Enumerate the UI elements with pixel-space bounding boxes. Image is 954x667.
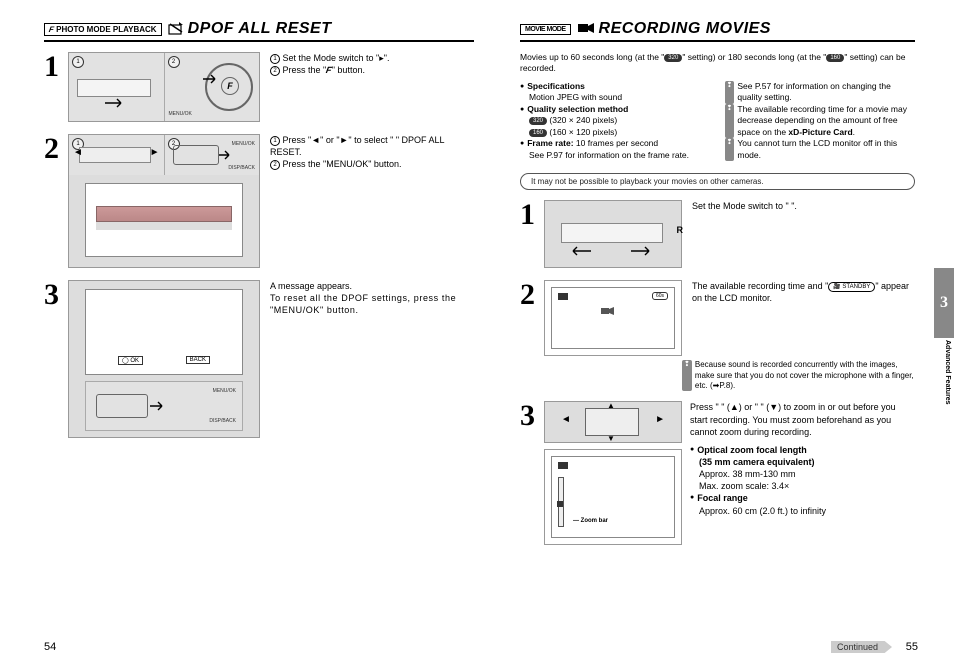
step-number: 3 [44,280,64,438]
illustration-r1: R [544,200,682,268]
left-step-3: 3 ◯ OK BACK MENU/OK DISP/BACK A message … [44,280,474,438]
step-number: 1 [44,52,64,122]
specifications-block: Specifications Motion JPEG with sound Qu… [520,81,915,161]
step-number: 2 [520,280,540,356]
right-header: MOVIE MODE RECORDING MOVIES [520,18,915,42]
movie-icon [577,21,595,38]
step2-description: 1 Press "◄" or "►" to select " " DPOF AL… [270,134,474,268]
page-number-right: 55 [906,641,918,653]
mode-badge-right: MOVIE MODE [520,24,571,35]
left-step-1: 1 1 2 F MENU/OK 1 Set the Mode swit [44,52,474,122]
illustration-r2: 60s [544,280,682,356]
right-title: RECORDING MOVIES [599,20,771,38]
section-label: Advanced Features [944,340,951,405]
step-number: 1 [520,200,540,268]
mode-badge-left: F PHOTO MODE PLAYBACK [44,23,162,36]
illustration-step1: 1 2 F MENU/OK [68,52,260,122]
right-page: MOVIE MODE RECORDING MOVIES Movies up to… [520,18,915,649]
intro-paragraph: Movies up to 60 seconds long (at the "32… [520,52,915,75]
warning-pill: It may not be possible to playback your … [520,173,915,190]
left-title: DPOF ALL RESET [188,20,332,38]
step3-description: A message appears. To reset all the DPOF… [270,280,474,438]
illustration-step3: ◯ OK BACK MENU/OK DISP/BACK [68,280,260,438]
right-step-2: 2 60s The available recording time and "… [520,280,915,356]
left-step-2: 2 1 ◄ ► 2 MENU/OK DISP/BACK [44,134,474,268]
step-number: 2 [44,134,64,268]
r-step2-desc: The available recording time and "🎥 STAN… [692,280,915,356]
r-step1-desc: Set the Mode switch to " ". [692,200,915,268]
step1-description: 1 Set the Mode switch to "▸". 2 Press th… [270,52,474,122]
continued-badge: Continued [831,641,892,653]
illustration-step2: 1 ◄ ► 2 MENU/OK DISP/BACK [68,134,260,268]
r-step2-note: Because sound is recorded concurrently w… [682,360,915,391]
right-step-3: 3 ◄ ► ▲ ▼ — Zoom bar [520,401,915,545]
right-step-1: 1 R Set the Mode switch to " ". [520,200,915,268]
r-step3-desc: Press " " (▲) or " " (▼) to zoom in or o… [690,401,915,545]
illustration-r3: ◄ ► ▲ ▼ — Zoom bar [544,401,680,545]
dpof-reset-icon [168,21,184,38]
left-header: F PHOTO MODE PLAYBACK DPOF ALL RESET [44,18,474,42]
section-tab: 3 [934,268,954,338]
page-number-left: 54 [44,641,56,653]
f-mode-icon: F [48,25,54,34]
left-page: F PHOTO MODE PLAYBACK DPOF ALL RESET 1 1… [44,18,474,649]
step-number: 3 [520,401,540,545]
